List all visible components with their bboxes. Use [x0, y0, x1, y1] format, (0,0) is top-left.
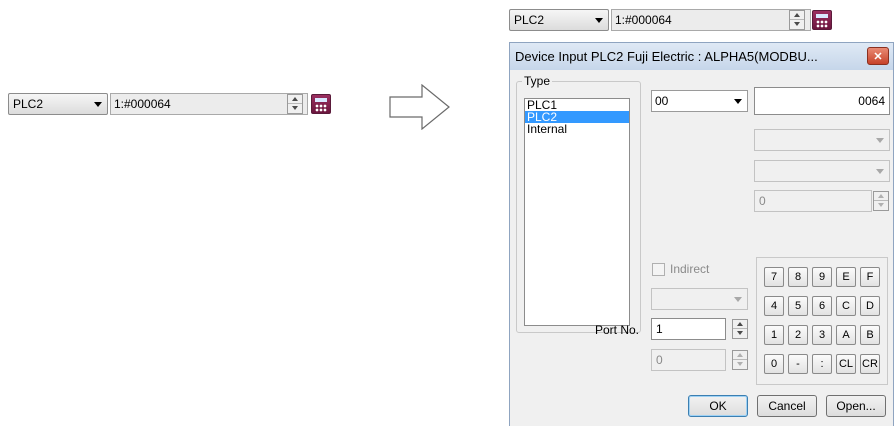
calculator-icon[interactable]: [812, 10, 832, 30]
offset-spinner[interactable]: [873, 191, 889, 211]
spin-down-icon[interactable]: [874, 201, 888, 210]
port-input[interactable]: 1: [651, 318, 726, 340]
chevron-down-icon: [734, 297, 742, 302]
close-icon[interactable]: ✕: [867, 47, 889, 65]
address-input-value: 0064: [858, 94, 885, 108]
top-plc-combo-value: PLC2: [514, 13, 545, 27]
top-address-spinner[interactable]: [789, 10, 805, 30]
left-address-spinner[interactable]: [287, 94, 303, 114]
calculator-icon[interactable]: [311, 94, 331, 114]
left-address-field[interactable]: 1:#000064: [110, 93, 308, 115]
sub-device-combo-2[interactable]: [754, 160, 890, 182]
indirect-checkbox[interactable]: [652, 263, 665, 276]
key-cl[interactable]: CL: [836, 354, 856, 374]
keypad: 7 8 9 E F 4 5 6 C D 1 2 3 A B 0 - : CL C…: [756, 257, 888, 385]
key-e[interactable]: E: [836, 267, 856, 287]
key-9[interactable]: 9: [812, 267, 832, 287]
left-address-value: 1:#000064: [114, 97, 171, 111]
key-7[interactable]: 7: [764, 267, 784, 287]
port-sub-input-value: 0: [656, 353, 663, 367]
spin-down-icon[interactable]: [790, 20, 804, 29]
cancel-button[interactable]: Cancel: [757, 395, 817, 417]
key-c[interactable]: C: [836, 296, 856, 316]
port-sub-spinner[interactable]: [732, 350, 748, 370]
key-8[interactable]: 8: [788, 267, 808, 287]
chevron-down-icon: [734, 99, 742, 104]
key-1[interactable]: 1: [764, 325, 784, 345]
key-0[interactable]: 0: [764, 354, 784, 374]
chevron-down-icon: [94, 102, 102, 107]
top-address-value: 1:#000064: [615, 13, 672, 27]
spin-down-icon[interactable]: [733, 360, 747, 369]
key-minus[interactable]: -: [788, 354, 808, 374]
dialog-titlebar: Device Input PLC2 Fuji Electric : ALPHA5…: [510, 43, 893, 70]
address-input[interactable]: 0064: [754, 87, 890, 115]
chevron-down-icon: [876, 169, 884, 174]
key-f[interactable]: F: [860, 267, 880, 287]
device-input-dialog: Device Input PLC2 Fuji Electric : ALPHA5…: [509, 42, 894, 426]
key-4[interactable]: 4: [764, 296, 784, 316]
spin-up-icon[interactable]: [733, 351, 747, 360]
key-2[interactable]: 2: [788, 325, 808, 345]
indirect-combo[interactable]: [651, 288, 748, 310]
type-item-internal[interactable]: Internal: [525, 123, 629, 135]
indirect-label: Indirect: [670, 262, 710, 276]
sub-device-combo-1[interactable]: [754, 129, 890, 151]
port-spinner[interactable]: [732, 319, 748, 339]
key-3[interactable]: 3: [812, 325, 832, 345]
right-arrow-icon: [389, 84, 450, 130]
ok-button[interactable]: OK: [688, 395, 748, 417]
spin-up-icon[interactable]: [874, 192, 888, 201]
key-d[interactable]: D: [860, 296, 880, 316]
offset-input[interactable]: 0: [754, 190, 872, 212]
key-5[interactable]: 5: [788, 296, 808, 316]
top-address-field[interactable]: 1:#000064: [611, 9, 811, 31]
offset-input-value: 0: [759, 194, 766, 208]
device-combo[interactable]: 00: [651, 90, 748, 112]
key-6[interactable]: 6: [812, 296, 832, 316]
device-combo-value: 00: [655, 94, 669, 108]
top-plc-combo[interactable]: PLC2: [509, 9, 609, 31]
spin-up-icon[interactable]: [288, 95, 302, 104]
key-a[interactable]: A: [836, 325, 856, 345]
spin-up-icon[interactable]: [733, 320, 747, 329]
key-b[interactable]: B: [860, 325, 880, 345]
chevron-down-icon: [595, 18, 603, 23]
chevron-down-icon: [876, 138, 884, 143]
open-button[interactable]: Open...: [826, 395, 886, 417]
left-plc-combo[interactable]: PLC2: [8, 93, 108, 115]
dialog-title: Device Input PLC2 Fuji Electric : ALPHA5…: [515, 49, 818, 64]
key-colon[interactable]: :: [812, 354, 832, 374]
left-plc-combo-value: PLC2: [13, 97, 44, 111]
type-group-label: Type: [522, 74, 553, 88]
port-input-value: 1: [656, 322, 663, 336]
spin-up-icon[interactable]: [790, 11, 804, 20]
type-group: Type PLC1 PLC2 Internal: [516, 74, 641, 333]
key-cr[interactable]: CR: [860, 354, 880, 374]
spin-down-icon[interactable]: [288, 104, 302, 113]
spin-down-icon[interactable]: [733, 329, 747, 338]
type-listbox[interactable]: PLC1 PLC2 Internal: [524, 98, 630, 326]
port-label: Port No.: [595, 323, 640, 337]
port-sub-input[interactable]: 0: [651, 349, 726, 371]
